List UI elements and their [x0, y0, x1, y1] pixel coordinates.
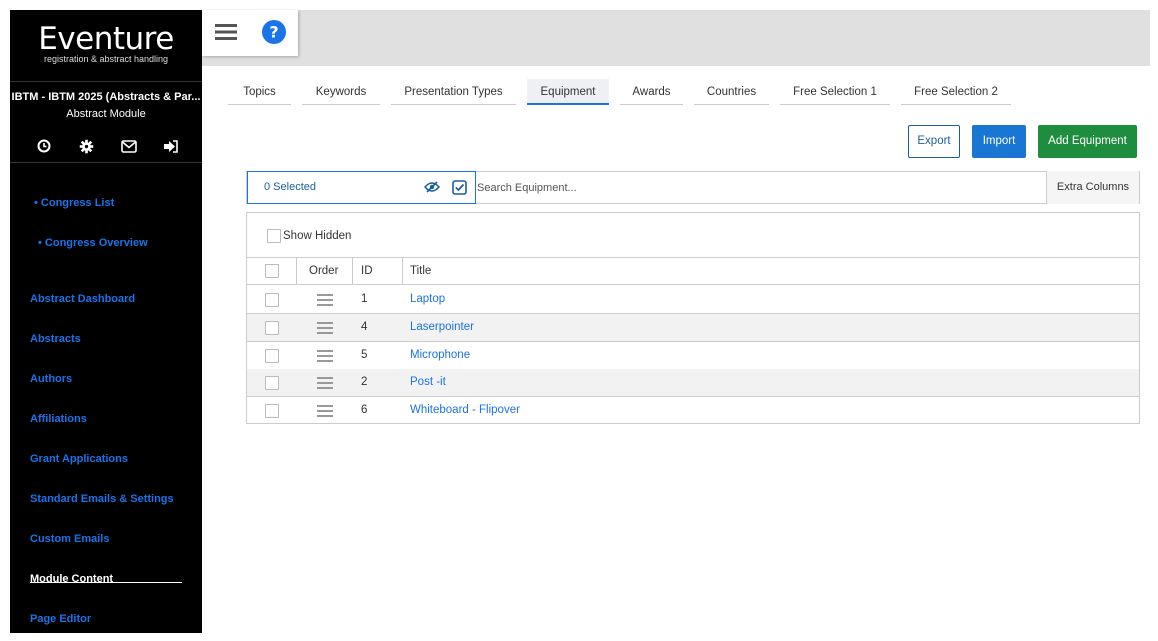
svg-text:?: ?: [269, 22, 278, 41]
sidebar-item-custom-emails[interactable]: Custom Emails: [30, 533, 109, 545]
table-row[interactable]: 1 Laptop: [247, 286, 1139, 314]
row-title-link[interactable]: Laserpointer: [410, 321, 474, 333]
congress-name: IBTM - IBTM 2025 (Abstracts & Par...: [11, 91, 201, 103]
search-input[interactable]: [477, 174, 1037, 201]
row-id: 1: [361, 293, 368, 305]
equipment-table: Show Hidden Order ID Title 1 Laptop 4 La…: [246, 212, 1140, 424]
row-checkbox[interactable]: [265, 349, 279, 363]
table-row[interactable]: 4 Laserpointer: [247, 314, 1139, 342]
mail-icon[interactable]: [120, 137, 138, 155]
row-title-link[interactable]: Laptop: [410, 293, 445, 305]
sidebar: Eventure registration & abstract handlin…: [10, 10, 202, 633]
sidebar-item-affiliations[interactable]: Affiliations: [30, 413, 87, 425]
table-header: Order ID Title: [247, 257, 1139, 285]
drag-handle-icon[interactable]: [317, 350, 333, 362]
row-id: 4: [361, 321, 368, 333]
tab-countries[interactable]: Countries: [694, 79, 769, 105]
menu-toggle-button[interactable]: [202, 10, 250, 56]
tab-topics[interactable]: Topics: [228, 79, 291, 105]
header-order[interactable]: Order: [309, 258, 338, 284]
extra-columns-button[interactable]: Extra Columns: [1046, 171, 1139, 204]
row-id: 5: [361, 349, 368, 361]
export-button[interactable]: Export: [908, 125, 960, 158]
show-hidden-checkbox[interactable]: [267, 229, 281, 243]
tab-presentation-types[interactable]: Presentation Types: [391, 79, 516, 105]
drag-handle-icon[interactable]: [317, 322, 333, 334]
selected-count: 0 Selected: [264, 181, 316, 193]
eye-slash-icon[interactable]: [424, 181, 440, 196]
sidebar-item-module-content[interactable]: Module Content: [30, 573, 113, 585]
row-id: 2: [361, 376, 368, 388]
gear-icon[interactable]: [77, 137, 95, 155]
help-icon: ?: [262, 19, 286, 47]
sidebar-item-authors[interactable]: Authors: [30, 373, 72, 385]
selection-box[interactable]: 0 Selected: [247, 171, 476, 204]
row-checkbox[interactable]: [265, 321, 279, 335]
row-title-link[interactable]: Post -it: [410, 376, 446, 388]
header-id[interactable]: ID: [361, 258, 373, 284]
column-divider: [352, 258, 353, 284]
sidebar-item-abstract-dashboard[interactable]: Abstract Dashboard: [30, 293, 135, 305]
help-button[interactable]: ?: [250, 10, 298, 56]
column-divider: [402, 258, 403, 284]
row-checkbox[interactable]: [265, 404, 279, 418]
sidebar-divider: [10, 162, 202, 163]
sidebar-item-page-editor[interactable]: Page Editor: [30, 613, 91, 625]
row-id: 6: [361, 404, 368, 416]
hamburger-icon: [215, 23, 237, 44]
top-button-group: ?: [202, 10, 298, 56]
select-all-checkbox[interactable]: [265, 264, 279, 278]
table-row[interactable]: 2 Post -it: [247, 369, 1139, 397]
drag-handle-icon[interactable]: [317, 294, 333, 306]
header-title[interactable]: Title: [410, 258, 431, 284]
tab-awards[interactable]: Awards: [620, 79, 683, 105]
show-hidden-label: Show Hidden: [283, 230, 352, 242]
add-equipment-button[interactable]: Add Equipment: [1038, 125, 1137, 158]
app-logo[interactable]: Eventure registration & abstract handlin…: [10, 21, 202, 65]
sidebar-icon-row: [35, 137, 180, 155]
sidebar-item-standard-emails[interactable]: Standard Emails & Settings: [30, 493, 174, 505]
sidebar-item-grant-applications[interactable]: Grant Applications: [30, 453, 128, 465]
row-title-link[interactable]: Microphone: [410, 349, 470, 361]
table-row[interactable]: 6 Whiteboard - Flipover: [247, 397, 1139, 425]
tab-keywords[interactable]: Keywords: [302, 79, 380, 105]
top-bar: [202, 10, 1150, 66]
drag-handle-icon[interactable]: [317, 405, 333, 417]
sidebar-item-abstracts[interactable]: Abstracts: [30, 333, 81, 345]
check-square-icon[interactable]: [452, 180, 467, 198]
tab-free-selection-1[interactable]: Free Selection 1: [780, 79, 890, 105]
show-hidden-toggle[interactable]: Show Hidden: [267, 229, 351, 243]
logout-icon[interactable]: [162, 137, 180, 155]
clock-icon[interactable]: [35, 137, 53, 155]
sidebar-item-congress-list[interactable]: • Congress List: [34, 197, 114, 209]
sidebar-item-congress-overview[interactable]: • Congress Overview: [38, 237, 148, 249]
content-tabs: Topics Keywords Presentation Types Equip…: [228, 79, 1022, 105]
import-button[interactable]: Import: [972, 125, 1026, 158]
column-divider: [296, 258, 297, 284]
row-checkbox[interactable]: [265, 376, 279, 390]
table-row[interactable]: 5 Microphone: [247, 342, 1139, 370]
sidebar-divider: [10, 81, 202, 82]
search-bar: 0 Selected Extra Columns: [246, 171, 1140, 204]
tab-equipment[interactable]: Equipment: [527, 79, 609, 105]
select-all-cell: [265, 258, 279, 284]
tab-free-selection-2[interactable]: Free Selection 2: [901, 79, 1011, 105]
logo-main-text: Eventure: [38, 21, 174, 57]
row-checkbox[interactable]: [265, 293, 279, 307]
active-item-underline: [30, 582, 182, 583]
drag-handle-icon[interactable]: [317, 377, 333, 389]
module-name: Abstract Module: [66, 108, 146, 120]
row-title-link[interactable]: Whiteboard - Flipover: [410, 404, 520, 416]
